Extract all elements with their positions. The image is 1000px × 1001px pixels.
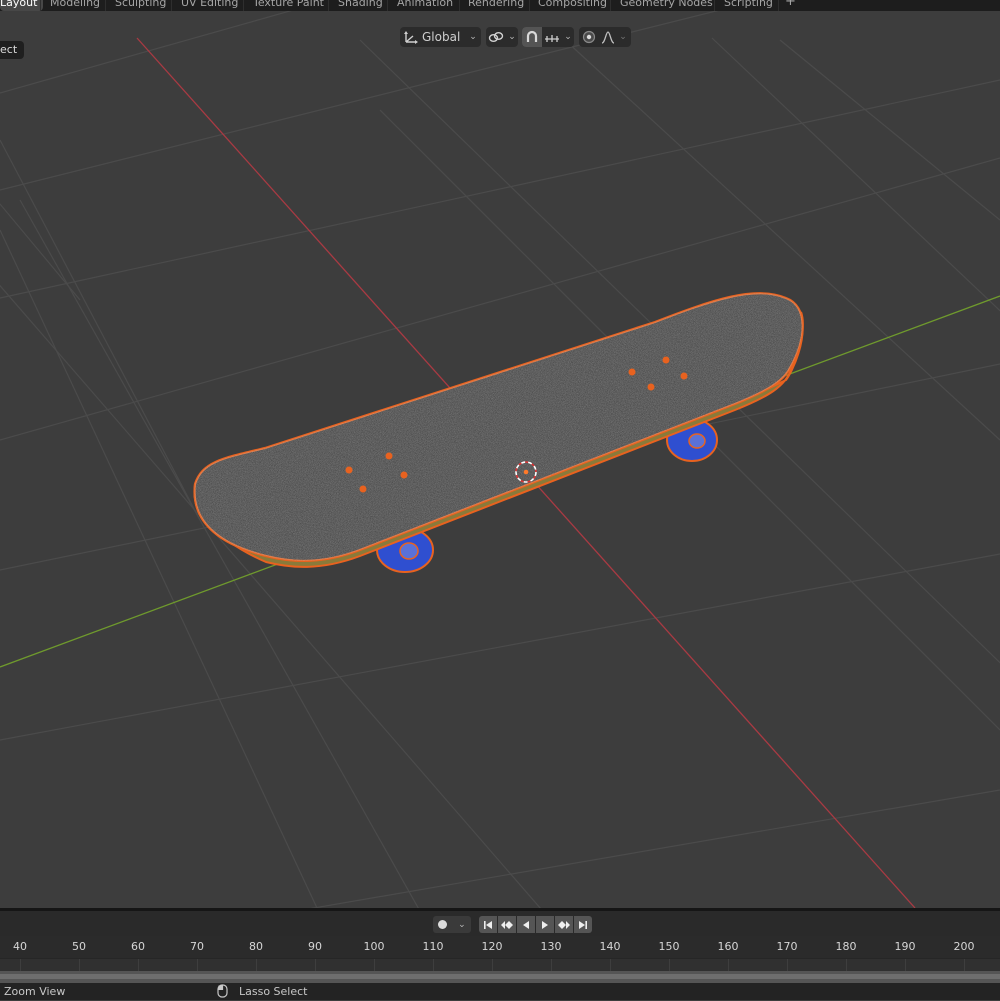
transform-orientation-dropdown[interactable]: Global ⌄ — [400, 27, 481, 47]
frame-label: 130 — [540, 940, 562, 953]
play-reverse-icon[interactable] — [517, 916, 535, 933]
next-keyframe-icon[interactable] — [555, 916, 573, 933]
chevron-down-icon: ⌄ — [508, 32, 516, 42]
viewport-scene[interactable] — [0, 11, 1000, 908]
jump-to-end-icon[interactable] — [574, 916, 592, 933]
tab-rendering[interactable]: Rendering — [468, 0, 524, 11]
frame-label: 60 — [131, 940, 145, 953]
tab-texture-paint[interactable]: Texture Paint — [253, 0, 324, 11]
frame-label: 70 — [190, 940, 204, 953]
add-workspace-button[interactable]: + — [785, 0, 796, 10]
grid-tick — [197, 959, 198, 971]
grid-tick — [315, 959, 316, 971]
grid-tick — [669, 959, 670, 971]
chevron-down-icon: ⌄ — [458, 919, 466, 930]
chevron-down-icon: ⌄ — [564, 32, 572, 42]
grid-tick — [846, 959, 847, 971]
tab-separator — [243, 0, 244, 11]
playback-controls — [479, 916, 592, 933]
transform-gizmo-icon — [400, 27, 422, 47]
grid-tick — [256, 959, 257, 971]
frame-label: 50 — [72, 940, 86, 953]
frame-label: 190 — [894, 940, 916, 953]
frame-label: 100 — [363, 940, 385, 953]
frame-label: 180 — [835, 940, 857, 953]
tab-separator — [459, 0, 460, 11]
tab-modeling[interactable]: Modeling — [50, 0, 100, 11]
timeline-area[interactable]: 40 50 60 70 80 90 100 110 120 130 140 15… — [0, 936, 1000, 972]
mouse-button-icon — [214, 984, 230, 1001]
auto-keying-button[interactable]: ⌄ — [433, 916, 471, 933]
frame-label: 80 — [249, 940, 263, 953]
snapping-controls[interactable]: ⌄ — [522, 27, 574, 47]
falloff-curve-icon[interactable] — [599, 27, 617, 47]
timeline-scrollbar[interactable] — [0, 971, 1000, 983]
select-mode-label[interactable]: ect — [0, 41, 25, 59]
transform-orientation-value: Global — [422, 30, 461, 44]
tab-separator — [171, 0, 172, 11]
grid-tick — [20, 959, 21, 971]
tab-sculpting[interactable]: Sculpting — [115, 0, 166, 11]
timeline-header: ⌄ — [0, 911, 1000, 936]
grid-tick — [433, 959, 434, 971]
tab-separator — [714, 0, 715, 11]
grid-tick — [551, 959, 552, 971]
tab-separator — [105, 0, 106, 11]
status-hint-lasso-select: Lasso Select — [239, 985, 308, 998]
frame-label: 40 — [13, 940, 27, 953]
keyframe-track[interactable] — [0, 958, 1000, 972]
grid-tick — [492, 959, 493, 971]
tab-separator — [610, 0, 611, 11]
grid-tick — [610, 959, 611, 971]
tab-separator — [387, 0, 388, 11]
frame-label: 140 — [599, 940, 621, 953]
play-icon[interactable] — [536, 916, 554, 933]
frame-label: 200 — [953, 940, 975, 953]
griptape-texture — [194, 293, 803, 561]
grid-tick — [138, 959, 139, 971]
chevron-down-icon: ⌄ — [619, 32, 627, 42]
tab-separator — [40, 0, 41, 11]
record-keyframe-icon — [438, 920, 448, 929]
tab-uv-editing[interactable]: UV Editing — [181, 0, 238, 11]
tab-animation[interactable]: Animation — [397, 0, 453, 11]
chevron-down-icon: ⌄ — [469, 32, 477, 42]
tab-separator — [328, 0, 329, 11]
frame-ruler[interactable]: 40 50 60 70 80 90 100 110 120 130 140 15… — [0, 936, 1000, 958]
workspace-tab-bar: Layout Modeling Sculpting UV Editing Tex… — [0, 0, 1000, 11]
skateboard-object[interactable] — [190, 285, 810, 573]
grid-tick — [374, 959, 375, 971]
frame-label: 150 — [658, 940, 680, 953]
proportional-edit-icon[interactable] — [579, 27, 599, 47]
grid-tick — [905, 959, 906, 971]
frame-label: 160 — [717, 940, 739, 953]
scrollbar-thumb[interactable] — [0, 974, 1000, 979]
linked-chain-icon — [486, 27, 506, 47]
frame-label: 120 — [481, 940, 503, 953]
frame-label: 110 — [422, 940, 444, 953]
tab-compositing[interactable]: Compositing — [538, 0, 607, 11]
tab-scripting[interactable]: Scripting — [724, 0, 773, 11]
grid-tick — [787, 959, 788, 971]
frame-label: 170 — [776, 940, 798, 953]
magnet-icon[interactable] — [522, 27, 542, 47]
status-hint-zoom-view: Zoom View — [4, 985, 66, 998]
tab-geometry-nodes[interactable]: Geometry Nodes — [620, 0, 713, 11]
tab-separator — [778, 0, 779, 11]
status-bar: Zoom View Lasso Select — [0, 983, 1000, 1000]
grid-tick — [79, 959, 80, 971]
jump-to-start-icon[interactable] — [479, 916, 497, 933]
tab-separator — [529, 0, 530, 11]
proportional-editing-controls[interactable]: ⌄ — [579, 27, 631, 47]
grid-tick — [964, 959, 965, 971]
tab-shading[interactable]: Shading — [338, 0, 383, 11]
3d-viewport[interactable]: ect Global ⌄ ⌄ ⌄ ⌄ — [0, 11, 1000, 908]
snap-increment-icon[interactable] — [542, 27, 562, 47]
frame-label: 90 — [308, 940, 322, 953]
grid-tick — [728, 959, 729, 971]
pivot-point-dropdown[interactable]: ⌄ — [486, 27, 518, 47]
tab-layout[interactable]: Layout — [0, 0, 44, 11]
prev-keyframe-icon[interactable] — [498, 916, 516, 933]
